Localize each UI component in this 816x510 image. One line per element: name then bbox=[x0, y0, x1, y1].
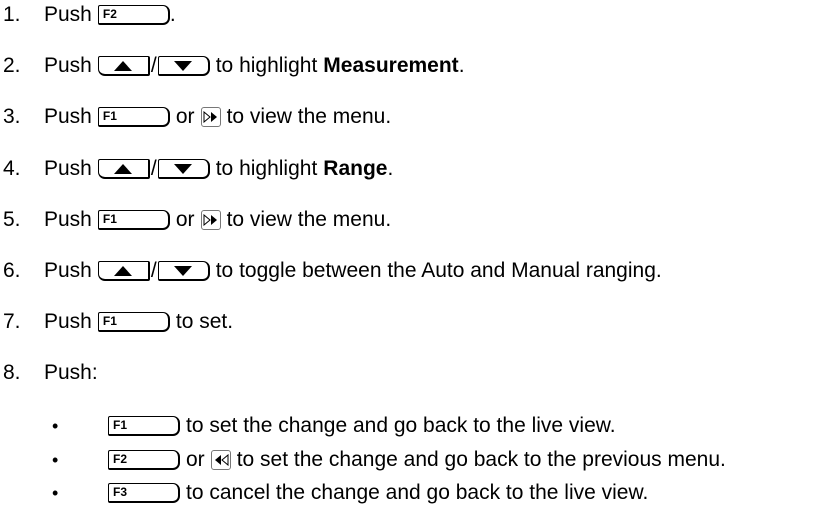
f2-key-icon: F2 bbox=[97, 5, 170, 25]
step-text: Push bbox=[44, 157, 92, 180]
step-text: Push bbox=[44, 310, 92, 333]
step-text: or bbox=[186, 448, 205, 471]
step-text: Push bbox=[44, 3, 92, 26]
step-number: 2. bbox=[3, 54, 21, 77]
step-text: or bbox=[175, 105, 195, 128]
bullet-icon: • bbox=[52, 450, 59, 470]
up-arrow-key-icon bbox=[97, 261, 150, 281]
slash: / bbox=[150, 259, 157, 282]
f1-key-icon: F1 bbox=[97, 210, 170, 230]
right-nav-key-icon bbox=[200, 107, 221, 127]
down-arrow-key-icon bbox=[157, 261, 210, 281]
f2-key-icon: F2 bbox=[108, 450, 180, 470]
step-text: . bbox=[169, 3, 176, 26]
down-arrow-key-icon bbox=[157, 159, 210, 179]
step-text: Push bbox=[44, 54, 92, 77]
step-number: 6. bbox=[3, 259, 21, 282]
step-text: Push bbox=[44, 105, 92, 128]
step-text: to view the menu. bbox=[226, 208, 392, 231]
step-text: to cancel the change and go back to the … bbox=[186, 481, 649, 504]
f3-key-icon: F3 bbox=[108, 483, 180, 503]
back-nav-key-icon bbox=[210, 450, 231, 470]
step-text: . bbox=[458, 54, 465, 77]
step-bold-text: Measurement bbox=[323, 54, 459, 77]
step-text: to toggle between the Auto and Manual ra… bbox=[215, 259, 662, 282]
f1-key-icon: F1 bbox=[97, 107, 170, 127]
f1-key-icon: F1 bbox=[108, 416, 180, 436]
up-arrow-key-icon bbox=[97, 159, 150, 179]
right-nav-key-icon bbox=[200, 210, 221, 230]
step-text: to highlight bbox=[215, 54, 318, 77]
step-number: 3. bbox=[3, 105, 21, 128]
step-text: to set the change and go back to the pre… bbox=[236, 448, 726, 471]
step-text: Push: bbox=[44, 361, 98, 384]
step-text: Push bbox=[44, 208, 92, 231]
step-number: 7. bbox=[3, 310, 21, 333]
step-text: or bbox=[175, 208, 195, 231]
step-text: . bbox=[387, 157, 394, 180]
f1-key-icon: F1 bbox=[97, 312, 170, 332]
step-number: 4. bbox=[3, 157, 21, 180]
slash: / bbox=[150, 157, 157, 180]
step-text: to set. bbox=[175, 310, 234, 333]
step-bold-text: Range bbox=[323, 157, 388, 180]
bullet-icon: • bbox=[52, 483, 59, 503]
slash: / bbox=[150, 54, 157, 77]
step-number: 5. bbox=[3, 208, 21, 231]
step-text: to highlight bbox=[215, 157, 318, 180]
step-text: to set the change and go back to the liv… bbox=[186, 414, 616, 437]
step-text: to view the menu. bbox=[226, 105, 392, 128]
step-number: 1. bbox=[3, 3, 21, 26]
step-number: 8. bbox=[3, 361, 21, 384]
step-text: Push bbox=[44, 259, 92, 282]
bullet-icon: • bbox=[52, 416, 59, 436]
down-arrow-key-icon bbox=[157, 56, 210, 76]
up-arrow-key-icon bbox=[97, 56, 150, 76]
